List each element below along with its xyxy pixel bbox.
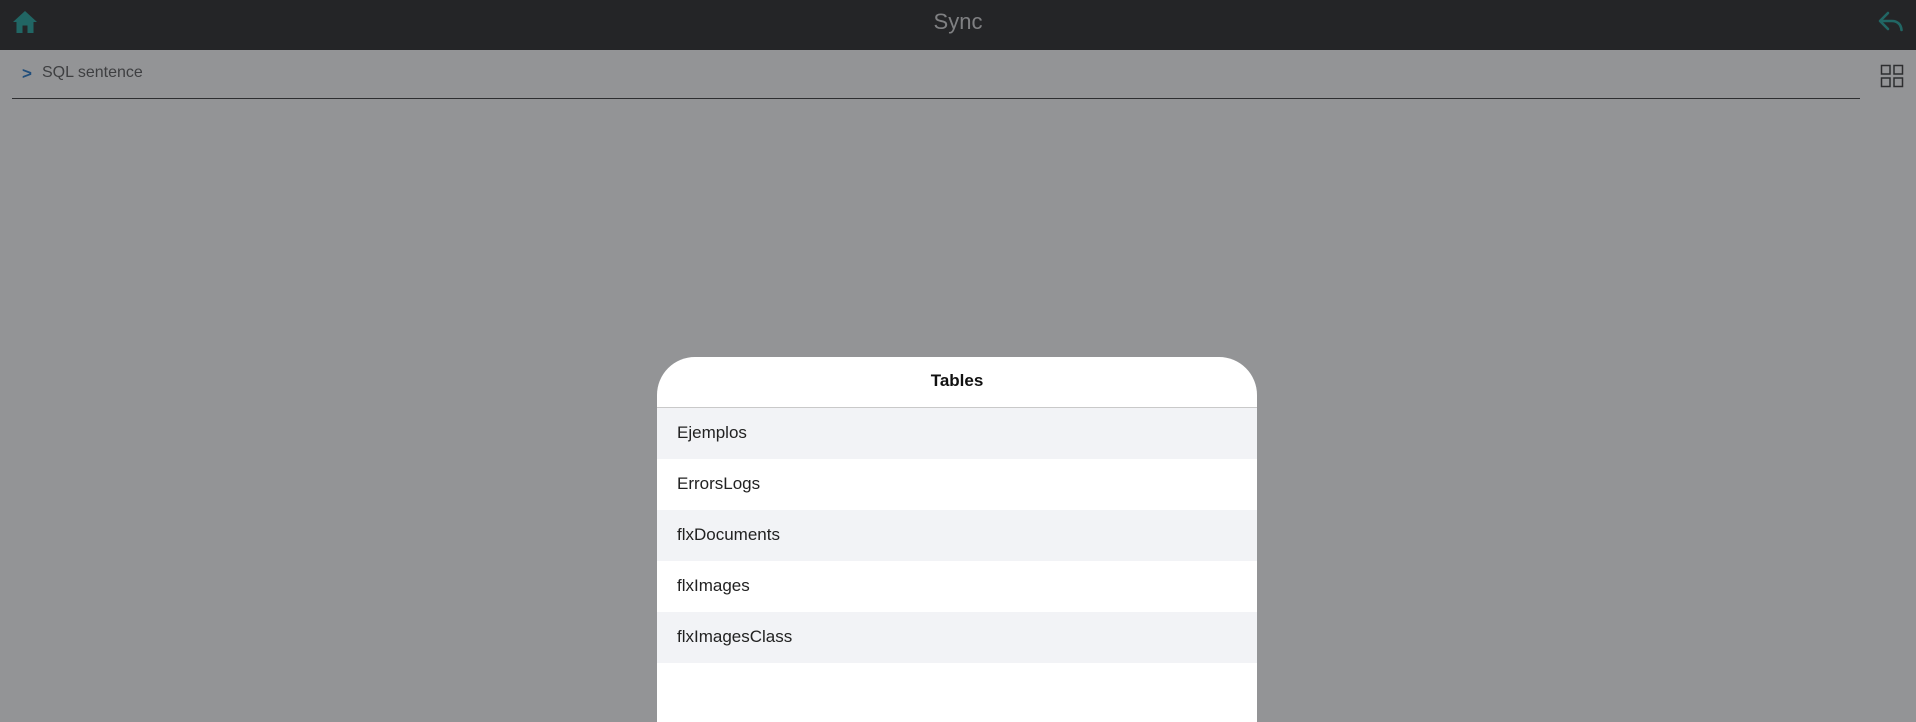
table-item-flximagesclass[interactable]: flxImagesClass <box>657 612 1257 663</box>
table-item-flxdocuments[interactable]: flxDocuments <box>657 510 1257 561</box>
tables-list: Ejemplos ErrorsLogs flxDocuments flxImag… <box>657 408 1257 663</box>
tables-modal: Tables Ejemplos ErrorsLogs flxDocuments … <box>657 357 1257 722</box>
table-item-errorslogs[interactable]: ErrorsLogs <box>657 459 1257 510</box>
table-item-ejemplos[interactable]: Ejemplos <box>657 408 1257 459</box>
table-item-flximages[interactable]: flxImages <box>657 561 1257 612</box>
modal-title: Tables <box>657 357 1257 408</box>
